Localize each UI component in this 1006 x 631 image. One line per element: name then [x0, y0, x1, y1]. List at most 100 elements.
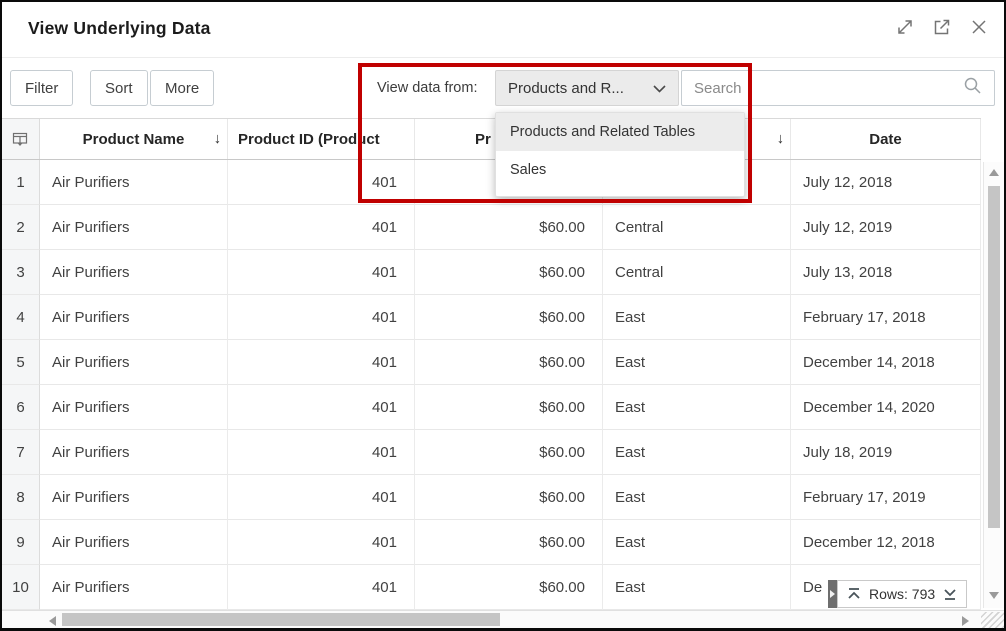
jump-to-top-icon[interactable]	[846, 586, 862, 602]
open-in-new-window-icon[interactable]	[931, 16, 953, 38]
row-number-cell: 9	[2, 520, 40, 565]
table-row[interactable]: 9Air Purifiers401$60.00EastDecember 12, …	[2, 520, 981, 565]
rows-count-widget: Rows: 793	[828, 580, 967, 608]
widget-collapse-handle[interactable]	[828, 580, 837, 608]
date-cell: July 18, 2019	[791, 430, 981, 475]
product-name-cell: Air Purifiers	[40, 475, 228, 520]
chevron-down-icon	[653, 80, 666, 97]
product-id-cell: 401	[228, 295, 415, 340]
product-id-cell: 401	[228, 430, 415, 475]
product-id-cell: 401	[228, 475, 415, 520]
row-number-cell: 10	[2, 565, 40, 610]
search-icon[interactable]	[963, 76, 982, 100]
dataset-selector[interactable]: Products and R...	[495, 70, 679, 106]
resize-grip[interactable]	[981, 612, 1004, 629]
filter-button[interactable]: Filter	[10, 70, 73, 106]
scroll-right-icon[interactable]	[962, 616, 969, 626]
table-row[interactable]: 5Air Purifiers401$60.00EastDecember 14, …	[2, 340, 981, 385]
product-name-cell: Air Purifiers	[40, 565, 228, 610]
product-name-cell: Air Purifiers	[40, 520, 228, 565]
product-name-cell: Air Purifiers	[40, 340, 228, 385]
date-cell: July 13, 2018	[791, 250, 981, 295]
title-bar: View Underlying Data	[2, 2, 1004, 58]
table-row[interactable]: 7Air Purifiers401$60.00EastJuly 18, 2019	[2, 430, 981, 475]
product-id-cell: 401	[228, 250, 415, 295]
column-header-product-id[interactable]: Product ID (Product	[228, 119, 415, 159]
price-cell: $60.00	[415, 520, 603, 565]
product-name-cell: Air Purifiers	[40, 295, 228, 340]
vertical-scrollbar-thumb[interactable]	[988, 186, 1000, 528]
dataset-dropdown-menu: Products and Related Tables Sales	[495, 112, 745, 197]
horizontal-scrollbar[interactable]	[2, 610, 1004, 628]
column-header-product-name[interactable]: Product Name ↓	[40, 119, 228, 159]
triangle-right-icon	[830, 590, 835, 598]
price-cell: $60.00	[415, 565, 603, 610]
price-cell: $60.00	[415, 295, 603, 340]
region-cell: East	[603, 385, 791, 430]
region-cell: East	[603, 520, 791, 565]
field-chooser-button[interactable]	[2, 119, 40, 159]
date-cell: December 12, 2018	[791, 520, 981, 565]
table-row[interactable]: 4Air Purifiers401$60.00EastFebruary 17, …	[2, 295, 981, 340]
product-name-cell: Air Purifiers	[40, 385, 228, 430]
price-cell: $60.00	[415, 340, 603, 385]
table-header-row: Product Name ↓ Product ID (Product Pr ↓ …	[2, 118, 981, 160]
row-number-cell: 1	[2, 160, 40, 205]
product-id-cell: 401	[228, 340, 415, 385]
product-id-cell: 401	[228, 385, 415, 430]
scroll-left-icon[interactable]	[49, 616, 56, 626]
product-id-cell: 401	[228, 520, 415, 565]
date-cell: July 12, 2018	[791, 160, 981, 205]
dataset-selector-value: Products and R...	[508, 80, 624, 97]
close-icon[interactable]	[968, 16, 990, 38]
more-button[interactable]: More	[150, 70, 214, 106]
date-cell: December 14, 2020	[791, 385, 981, 430]
rows-count-label: Rows: 793	[869, 586, 935, 602]
sort-descending-icon[interactable]: ↓	[777, 131, 784, 147]
date-cell: July 12, 2019	[791, 205, 981, 250]
search-input[interactable]	[694, 80, 963, 97]
table-body: 1Air Purifiers401July 12, 20182Air Purif…	[2, 160, 981, 610]
product-id-cell: 401	[228, 205, 415, 250]
region-cell: Central	[603, 250, 791, 295]
product-name-cell: Air Purifiers	[40, 160, 228, 205]
product-id-cell: 401	[228, 565, 415, 610]
row-number-cell: 5	[2, 340, 40, 385]
date-cell: February 17, 2018	[791, 295, 981, 340]
view-underlying-data-dialog: View Underlying Data	[0, 0, 1006, 631]
price-cell: $60.00	[415, 250, 603, 295]
horizontal-scrollbar-thumb[interactable]	[62, 613, 500, 626]
region-cell: Central	[603, 205, 791, 250]
row-number-cell: 7	[2, 430, 40, 475]
product-name-cell: Air Purifiers	[40, 430, 228, 475]
scroll-up-icon[interactable]	[989, 169, 999, 176]
region-cell: East	[603, 565, 791, 610]
row-number-cell: 8	[2, 475, 40, 520]
table-row[interactable]: 8Air Purifiers401$60.00EastFebruary 17, …	[2, 475, 981, 520]
field-chooser-grid-icon	[12, 131, 29, 148]
column-header-date[interactable]: Date	[791, 119, 981, 159]
region-cell: East	[603, 340, 791, 385]
price-cell: $60.00	[415, 475, 603, 520]
menu-item-products-and-related-tables[interactable]: Products and Related Tables	[496, 113, 744, 151]
sort-descending-icon[interactable]: ↓	[214, 131, 221, 147]
jump-to-bottom-icon[interactable]	[942, 586, 958, 602]
product-id-cell: 401	[228, 160, 415, 205]
table-row[interactable]: 3Air Purifiers401$60.00CentralJuly 13, 2…	[2, 250, 981, 295]
vertical-scrollbar[interactable]	[983, 162, 1004, 608]
window-controls	[894, 16, 990, 38]
data-table: Product Name ↓ Product ID (Product Pr ↓ …	[2, 118, 981, 610]
price-cell: $60.00	[415, 430, 603, 475]
table-row[interactable]: 1Air Purifiers401 July 12, 2018	[2, 160, 981, 205]
price-cell: $60.00	[415, 385, 603, 430]
row-number-cell: 6	[2, 385, 40, 430]
table-row[interactable]: 6Air Purifiers401$60.00EastDecember 14, …	[2, 385, 981, 430]
row-number-cell: 4	[2, 295, 40, 340]
product-name-cell: Air Purifiers	[40, 250, 228, 295]
scroll-down-icon[interactable]	[989, 592, 999, 599]
menu-item-sales[interactable]: Sales	[496, 151, 744, 189]
table-row[interactable]: 2Air Purifiers401$60.00CentralJuly 12, 2…	[2, 205, 981, 250]
row-number-cell: 3	[2, 250, 40, 295]
expand-icon[interactable]	[894, 16, 916, 38]
sort-button[interactable]: Sort	[90, 70, 148, 106]
